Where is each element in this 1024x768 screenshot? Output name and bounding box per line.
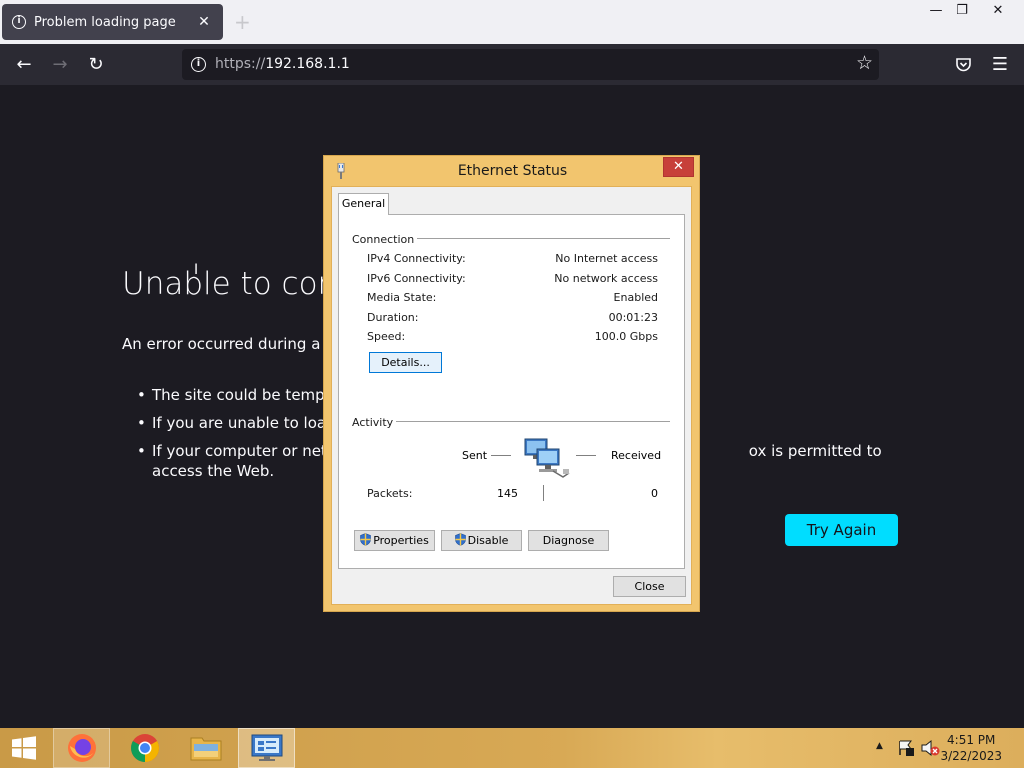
tab-title: Problem loading page — [34, 14, 176, 30]
bookmark-star-icon[interactable]: ☆ — [856, 52, 873, 74]
taskbar-network-connections[interactable] — [238, 728, 295, 768]
disable-button[interactable]: Disable — [441, 530, 522, 551]
new-tab-button[interactable]: + — [234, 10, 251, 34]
properties-button[interactable]: Properties — [354, 530, 435, 551]
close-button[interactable]: Close — [613, 576, 686, 597]
divider — [543, 485, 544, 501]
disable-button-label: Disable — [467, 534, 509, 547]
packets-received-value: 0 — [651, 487, 658, 500]
restore-button[interactable]: ❐ — [954, 3, 970, 18]
show-hidden-icons-button[interactable]: ▲ — [876, 741, 883, 751]
media-state-value: Enabled — [613, 291, 658, 304]
uac-shield-icon — [454, 533, 466, 546]
sent-label: Sent — [462, 449, 488, 462]
minimize-button[interactable]: — — [928, 3, 944, 18]
url-bar[interactable]: i https://192.168.1.1 ☆ — [182, 49, 879, 80]
chrome-icon — [130, 734, 159, 762]
connection-group-label: Connection — [352, 233, 415, 246]
window-close-button[interactable]: ✕ — [990, 3, 1006, 18]
url-scheme: https:// — [215, 56, 266, 72]
media-state-label: Media State: — [367, 291, 437, 304]
action-center-flag-icon[interactable] — [897, 739, 915, 757]
try-again-button[interactable]: Try Again — [785, 514, 898, 546]
uac-shield-icon — [360, 533, 372, 546]
duration-label: Duration: — [367, 311, 419, 324]
folder-icon — [190, 737, 221, 761]
reload-button[interactable]: ↻ — [82, 52, 110, 78]
properties-button-label: Properties — [373, 534, 429, 547]
site-info-icon[interactable]: i — [191, 57, 206, 72]
url-host: 192.168.1.1 — [265, 56, 350, 72]
network-computers-icon — [524, 438, 570, 478]
ipv6-label: IPv6 Connectivity: — [367, 272, 466, 285]
taskbar: ▲ 4:51 PM 3/22/2023 — [0, 728, 1024, 768]
taskbar-file-explorer[interactable] — [177, 728, 234, 768]
clock-date: 3/22/2023 — [940, 749, 1002, 763]
ipv6-value: No network access — [554, 272, 658, 285]
taskbar-firefox[interactable] — [53, 728, 110, 768]
packets-label: Packets: — [367, 487, 413, 500]
start-button[interactable] — [0, 728, 48, 768]
ethernet-status-dialog: Ethernet Status ✕ General Connection IPv… — [323, 155, 700, 612]
browser-tab-strip: i Problem loading page ✕ + — ❐ ✕ — [0, 0, 1024, 44]
dialog-client-area: General Connection IPv4 Connectivity: No… — [331, 186, 692, 605]
divider — [417, 238, 670, 239]
packets-sent-value: 145 — [497, 487, 518, 500]
dialog-title: Ethernet Status — [457, 163, 568, 179]
speed-value: 100.0 Gbps — [594, 330, 658, 343]
divider — [576, 455, 596, 456]
general-tab-panel: Connection IPv4 Connectivity: No Interne… — [338, 214, 685, 569]
windows-logo-icon — [12, 736, 36, 760]
speed-label: Speed: — [367, 330, 406, 343]
text-cursor-icon: I — [194, 262, 199, 278]
menu-button[interactable]: ☰ — [986, 52, 1014, 78]
navigation-toolbar: ← → ↻ i https://192.168.1.1 ☆ ☰ — [0, 44, 1024, 85]
clock-time: 4:51 PM — [947, 733, 996, 747]
divider — [491, 455, 511, 456]
url-text[interactable]: https://192.168.1.1 — [215, 56, 350, 72]
diagnose-button[interactable]: Diagnose — [528, 530, 609, 551]
back-button[interactable]: ← — [10, 52, 38, 78]
tab-problem-loading-page[interactable]: i Problem loading page ✕ — [2, 4, 223, 40]
taskbar-chrome[interactable] — [116, 728, 173, 768]
info-icon: i — [12, 15, 26, 29]
system-clock[interactable]: 4:51 PM 3/22/2023 — [940, 732, 1002, 764]
ipv4-value: No Internet access — [555, 252, 658, 265]
activity-group-label: Activity — [352, 416, 394, 429]
firefox-icon — [67, 734, 96, 762]
tab-general[interactable]: General — [338, 193, 389, 215]
error-description: An error occurred during a con — [122, 335, 353, 353]
ipv4-label: IPv4 Connectivity: — [367, 252, 466, 265]
divider — [396, 421, 670, 422]
error-title: Unable to conn — [122, 266, 357, 302]
details-button[interactable]: Details... — [369, 352, 442, 373]
tab-close-icon[interactable]: ✕ — [195, 14, 213, 30]
control-panel-icon — [251, 734, 282, 761]
dialog-close-x-button[interactable]: ✕ — [663, 157, 694, 177]
duration-value: 00:01:23 — [608, 311, 658, 324]
pocket-icon[interactable] — [955, 56, 972, 73]
received-label: Received — [611, 449, 662, 462]
volume-muted-icon[interactable] — [920, 739, 940, 757]
forward-button[interactable]: → — [46, 52, 74, 78]
